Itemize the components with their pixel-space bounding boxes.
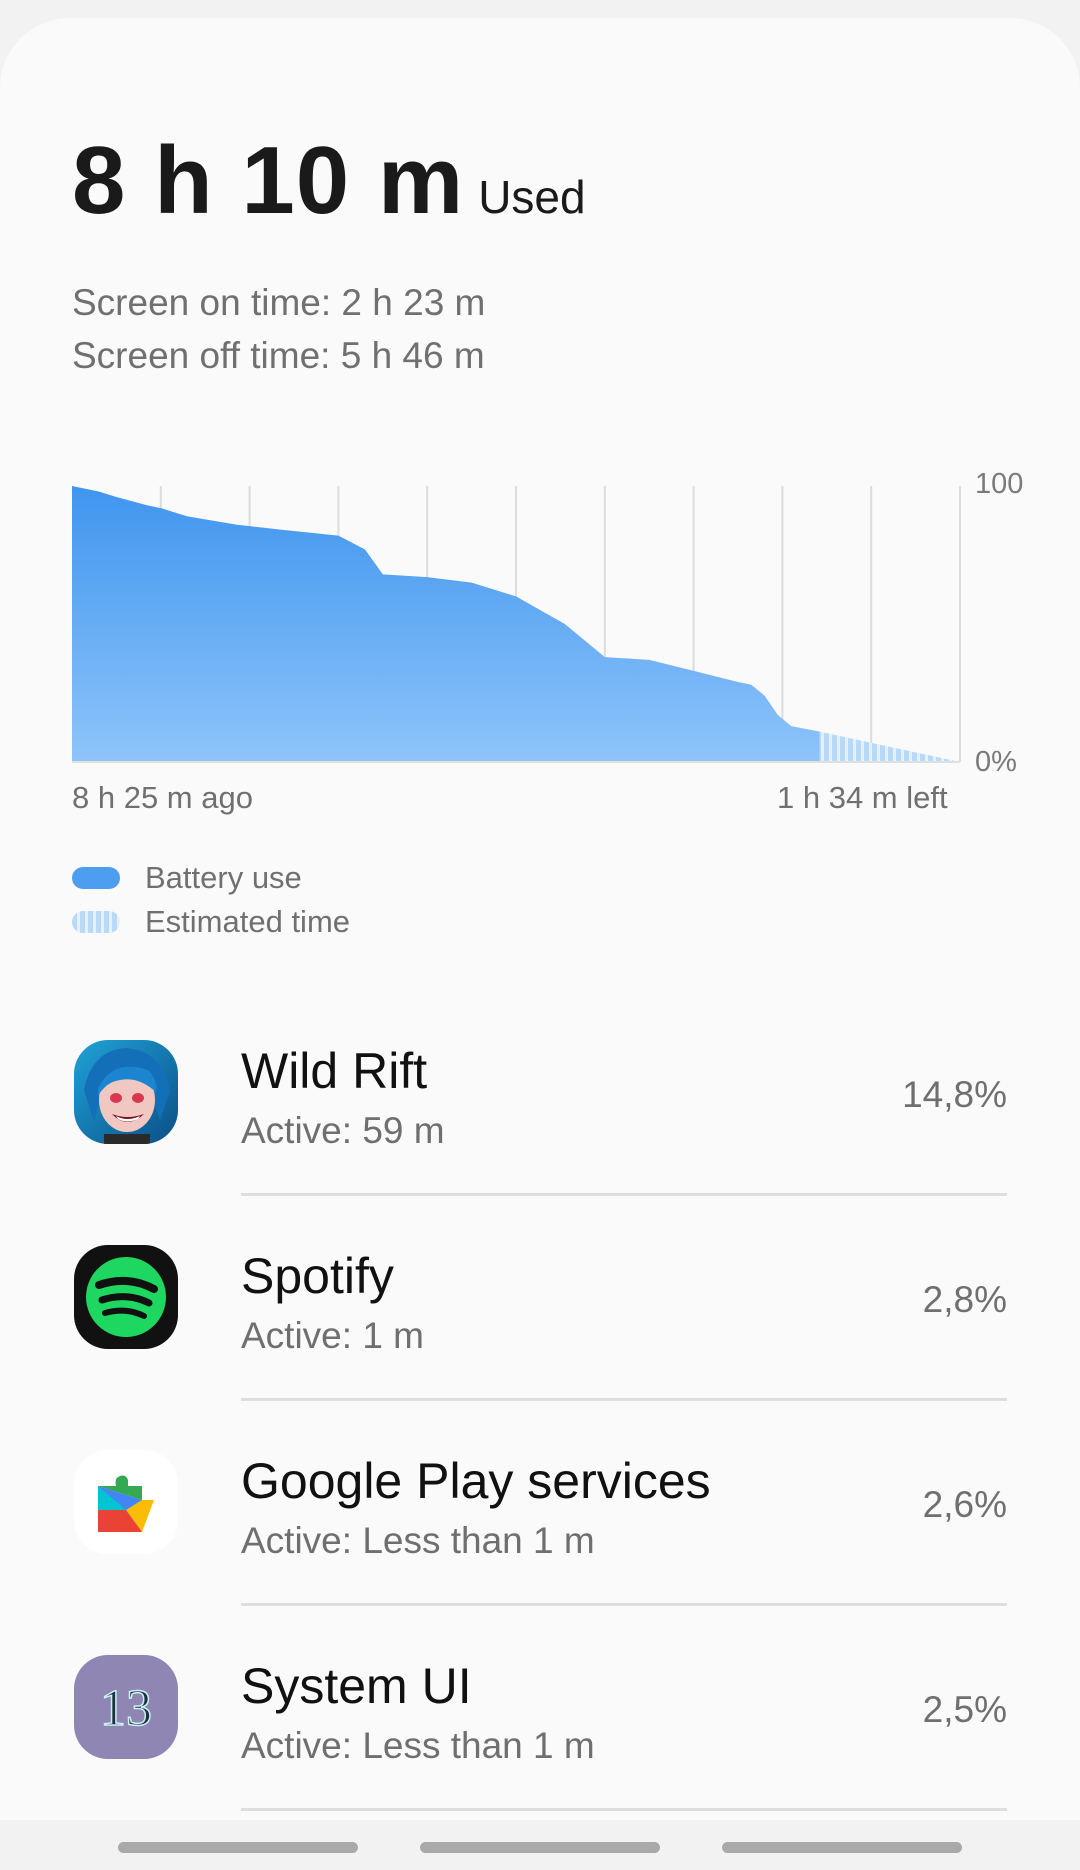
wild-rift-icon xyxy=(74,1040,178,1144)
y-axis-max-label: 100 xyxy=(975,468,1024,500)
screen-off-time: Screen off time: 5 h 46 m xyxy=(72,335,485,376)
estimated-time-swatch xyxy=(72,911,120,933)
estimated-time-area xyxy=(819,731,960,762)
divider xyxy=(241,1398,1007,1401)
y-axis-min-label: 0% xyxy=(975,746,1017,778)
battery-usage-card: 8 h 10 m Used Screen on time: 2 h 23 m S… xyxy=(0,18,1080,1870)
app-battery-percent: 2,8% xyxy=(922,1279,1007,1320)
battery-chart xyxy=(72,486,961,763)
app-active-time: Active: 1 m xyxy=(241,1315,424,1356)
x-axis-start-label: 8 h 25 m ago xyxy=(72,780,253,815)
nav-back-button[interactable] xyxy=(722,1842,962,1853)
legend-item-estimated-time: Estimated time xyxy=(72,900,350,944)
app-row-spotify[interactable]: Spotify Active: 1 m 2,8% xyxy=(0,1223,1080,1428)
app-name: System UI xyxy=(241,1658,472,1714)
app-battery-percent: 2,5% xyxy=(922,1689,1007,1730)
navigation-bar xyxy=(0,1820,1080,1870)
app-active-time: Active: 59 m xyxy=(241,1110,445,1151)
app-active-time: Active: Less than 1 m xyxy=(241,1520,595,1561)
chart-legend: Battery use Estimated time xyxy=(72,856,350,944)
system-ui-icon: 13 xyxy=(74,1655,178,1759)
system-ui-icon-text: 13 xyxy=(100,1680,152,1737)
app-row-google-play-services[interactable]: Google Play services Active: Less than 1… xyxy=(0,1428,1080,1633)
app-usage-list: Wild Rift Active: 59 m 14,8% Spotify Act… xyxy=(0,1018,1080,1838)
divider xyxy=(241,1808,1007,1811)
x-axis-end-label: 1 h 34 m left xyxy=(777,780,948,815)
used-time-value: 8 h 10 m xyxy=(72,127,465,234)
app-name: Google Play services xyxy=(241,1453,711,1509)
app-row-system-ui[interactable]: 13 System UI Active: Less than 1 m 2,5% xyxy=(0,1633,1080,1838)
battery-chart-area[interactable]: 100 0% 8 h 25 m ago 1 h 34 m left xyxy=(0,458,1080,818)
app-row-wild-rift[interactable]: Wild Rift Active: 59 m 14,8% xyxy=(0,1018,1080,1223)
legend-battery-use-label: Battery use xyxy=(145,860,302,895)
nav-recents-button[interactable] xyxy=(118,1842,358,1853)
divider xyxy=(241,1603,1007,1606)
battery-use-area xyxy=(72,486,820,762)
nav-home-button[interactable] xyxy=(420,1842,660,1853)
app-active-time: Active: Less than 1 m xyxy=(241,1725,595,1766)
divider xyxy=(241,1193,1007,1196)
used-row: 8 h 10 m Used xyxy=(72,126,586,236)
app-battery-percent: 2,6% xyxy=(922,1484,1007,1525)
battery-use-swatch xyxy=(72,867,120,889)
google-play-services-icon xyxy=(74,1450,178,1554)
app-battery-percent: 14,8% xyxy=(902,1074,1007,1115)
spotify-icon xyxy=(74,1245,178,1349)
legend-item-battery-use: Battery use xyxy=(72,856,350,900)
usage-summary: 8 h 10 m Used Screen on time: 2 h 23 m S… xyxy=(72,126,586,382)
used-label: Used xyxy=(478,171,586,223)
app-name: Spotify xyxy=(241,1248,394,1304)
app-name: Wild Rift xyxy=(241,1043,428,1099)
screen-on-time: Screen on time: 2 h 23 m xyxy=(72,282,486,323)
legend-estimated-time-label: Estimated time xyxy=(145,904,351,939)
